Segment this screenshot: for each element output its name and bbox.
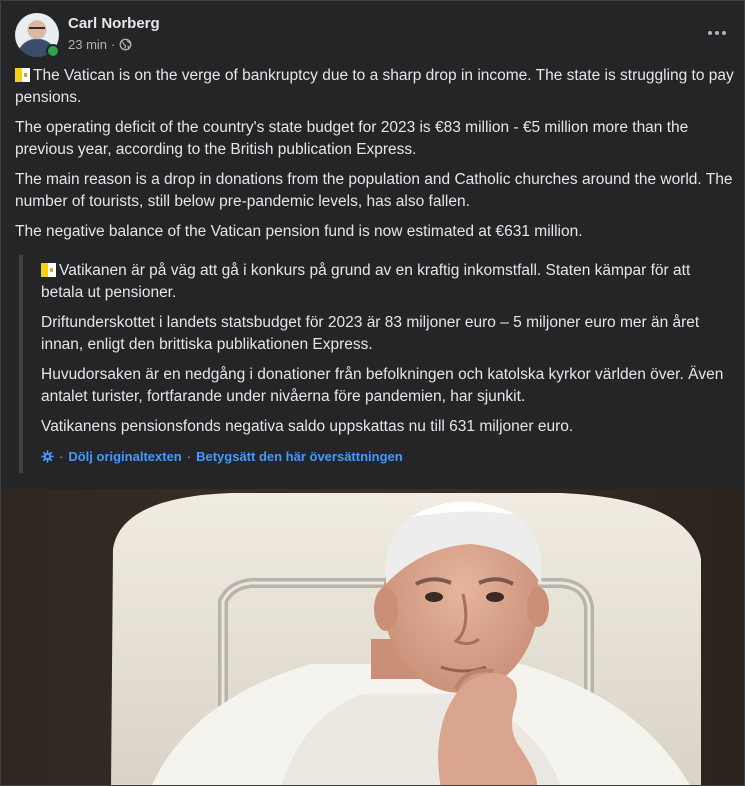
post-translated-text: The Vatican is on the verge of bankruptc… [15,65,735,251]
post-meta: 23 min · [68,37,132,52]
original-paragraph: Huvudorsaken är en nedgång i donationer … [41,366,724,405]
post-paragraph: The Vatican is on the verge of bankruptc… [15,65,735,109]
post-photo[interactable] [1,489,744,785]
translation-separator: · [186,449,192,464]
meta-separator: · [111,37,116,52]
post-paragraph: The operating deficit of the country's s… [15,119,689,158]
pope-photo [1,489,744,785]
hide-original-link[interactable]: Dölj originaltexten [68,449,181,464]
vatican-flag-icon [41,263,56,277]
gear-icon[interactable] [41,450,54,463]
post-paragraph: The main reason is a drop in donations f… [15,171,733,210]
online-status-dot [46,44,60,58]
vatican-flag-icon [15,68,30,82]
more-dot [722,31,726,35]
original-text: Vatikanen är på väg att gå i konkurs på … [41,255,731,438]
post-time[interactable]: 23 min [68,37,107,52]
rate-translation-link[interactable]: Betygsätt den här översättningen [196,449,403,464]
original-text-block: Vatikanen är på väg att gå i konkurs på … [19,255,731,473]
post-header: Carl Norberg 23 min · [15,13,730,59]
author-name[interactable]: Carl Norberg [68,15,160,32]
paragraph-text: Vatikanen är på väg att gå i konkurs på … [41,262,691,301]
translation-controls: · Dölj originaltexten · Betygsätt den hä… [41,449,403,464]
avatar-glasses [29,27,45,33]
translation-separator: · [59,449,64,464]
more-options-button[interactable] [704,23,730,43]
author-avatar[interactable] [15,13,60,58]
globe-icon[interactable] [119,38,132,51]
post-paragraph: The negative balance of the Vatican pens… [15,223,583,240]
more-dot [715,31,719,35]
more-horizontal-icon [708,31,712,35]
original-paragraph: Vatikanens pensionsfonds negativa saldo … [41,418,574,435]
paragraph-text: The Vatican is on the verge of bankruptc… [15,67,734,106]
post-card: Carl Norberg 23 min · The Vatican is on … [0,0,745,786]
original-paragraph: Vatikanen är på väg att gå i konkurs på … [41,260,731,304]
original-paragraph: Driftunderskottet i landets statsbudget … [41,314,700,353]
